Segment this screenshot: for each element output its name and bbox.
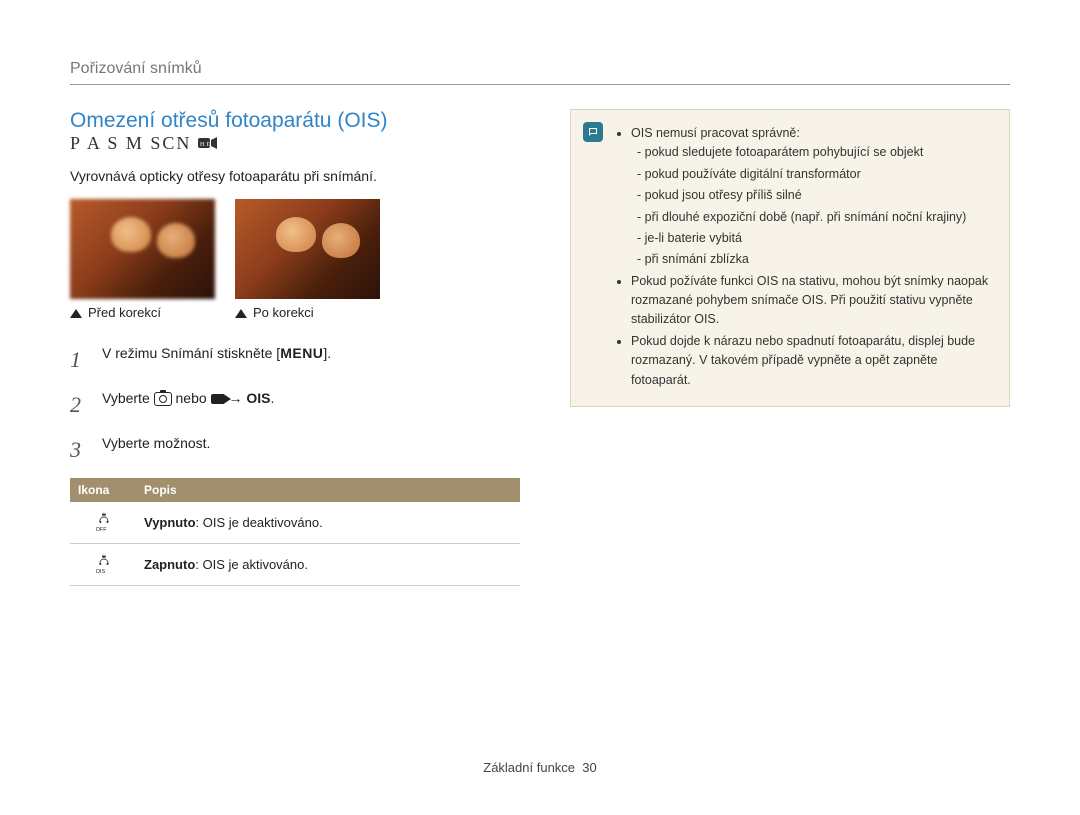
note-icon [583, 122, 603, 142]
image-after-correction [235, 199, 380, 299]
triangle-icon [235, 309, 247, 318]
note-subitem: pokud používáte digitální transformátor [637, 165, 991, 184]
image-before-correction [70, 199, 215, 299]
note-subitem: pokud jsou otřesy příliš silné [637, 186, 991, 205]
content: Omezení otřesů fotoaparátu (OIS) P A S M… [70, 109, 1010, 760]
caption-before-text: Před korekcí [88, 305, 161, 320]
note-box: OIS nemusí pracovat správně: pokud sledu… [570, 109, 1010, 407]
svg-text:OIS: OIS [96, 569, 106, 574]
table-row: OFF Vypnuto: OIS je deaktivováno. [70, 502, 520, 544]
camera-icon [154, 392, 172, 406]
ois-off-icon: OFF [92, 510, 114, 532]
table-row: OIS Zapnuto: OIS je aktivováno. [70, 543, 520, 585]
ois-on-icon: OIS [92, 552, 114, 574]
ois-off-desc: Vypnuto: OIS je deaktivováno. [136, 502, 520, 544]
note-item: Pokud požíváte funkci OIS na stativu, mo… [631, 272, 991, 330]
step-3-text: Vyberte možnost. [102, 432, 210, 454]
footer-label: Základní funkce [483, 760, 575, 775]
note-item: Pokud dojde k nárazu nebo spadnutí fotoa… [631, 332, 991, 390]
note-item: OIS nemusí pracovat správně: pokud sledu… [631, 124, 991, 270]
menu-label: MENU [280, 345, 323, 361]
options-table: Ikona Popis OFF Vypnuto: OIS je deaktivo… [70, 478, 520, 586]
subtitle: Vyrovnává opticky otřesy fotoaparátu při… [70, 167, 520, 187]
table-header: Ikona Popis [70, 478, 520, 502]
note-subitem: při snímání zblízka [637, 250, 991, 269]
caption-before: Před korekcí [70, 305, 215, 320]
svg-text:OFF: OFF [96, 527, 108, 532]
header-desc: Popis [136, 478, 520, 502]
step-2: 2 Vyberte nebo → OIS. [70, 387, 520, 422]
caption-row: Před korekcí Po korekci [70, 305, 520, 320]
step-1-text: V režimu Snímání stiskněte [MENU]. [102, 342, 331, 364]
step-1: 1 V režimu Snímání stiskněte [MENU]. [70, 342, 520, 377]
mode-letters-text: P A S M SCN [70, 133, 191, 153]
step-number: 1 [70, 342, 88, 377]
header-icon: Ikona [70, 478, 136, 502]
step-2-text: Vyberte nebo → OIS. [102, 387, 274, 409]
caption-after-text: Po korekci [253, 305, 314, 320]
comparison-images [70, 199, 520, 299]
breadcrumb: Pořizování snímků [70, 60, 1010, 85]
svg-text:HD: HD [200, 142, 213, 148]
caption-after: Po korekci [235, 305, 380, 320]
footer: Základní funkce 30 [70, 760, 1010, 775]
step-3: 3 Vyberte možnost. [70, 432, 520, 467]
footer-page: 30 [582, 760, 596, 775]
triangle-icon [70, 309, 82, 318]
note-subitem: pokud sledujete fotoaparátem pohybující … [637, 143, 991, 162]
left-column: Omezení otřesů fotoaparátu (OIS) P A S M… [70, 109, 520, 760]
ois-on-icon-cell: OIS [70, 543, 136, 585]
title-row: Omezení otřesů fotoaparátu (OIS) P A S M… [70, 109, 520, 155]
steps-list: 1 V režimu Snímání stiskněte [MENU]. 2 V… [70, 342, 520, 468]
note-subitem: při dlouhé expoziční době (např. při sní… [637, 208, 991, 227]
video-icon [211, 394, 225, 404]
ois-off-icon-cell: OFF [70, 502, 136, 544]
step-number: 3 [70, 432, 88, 467]
section-title: Omezení otřesů fotoaparátu (OIS) [70, 109, 387, 133]
right-column: OIS nemusí pracovat správně: pokud sledu… [570, 109, 1010, 760]
step-number: 2 [70, 387, 88, 422]
mode-letters: P A S M SCN HD [70, 133, 218, 155]
note-subitem: je-li baterie vybitá [637, 229, 991, 248]
video-mode-icon: HD [198, 134, 218, 155]
ois-on-desc: Zapnuto: OIS je aktivováno. [136, 543, 520, 585]
ois-label: OIS [246, 390, 270, 406]
